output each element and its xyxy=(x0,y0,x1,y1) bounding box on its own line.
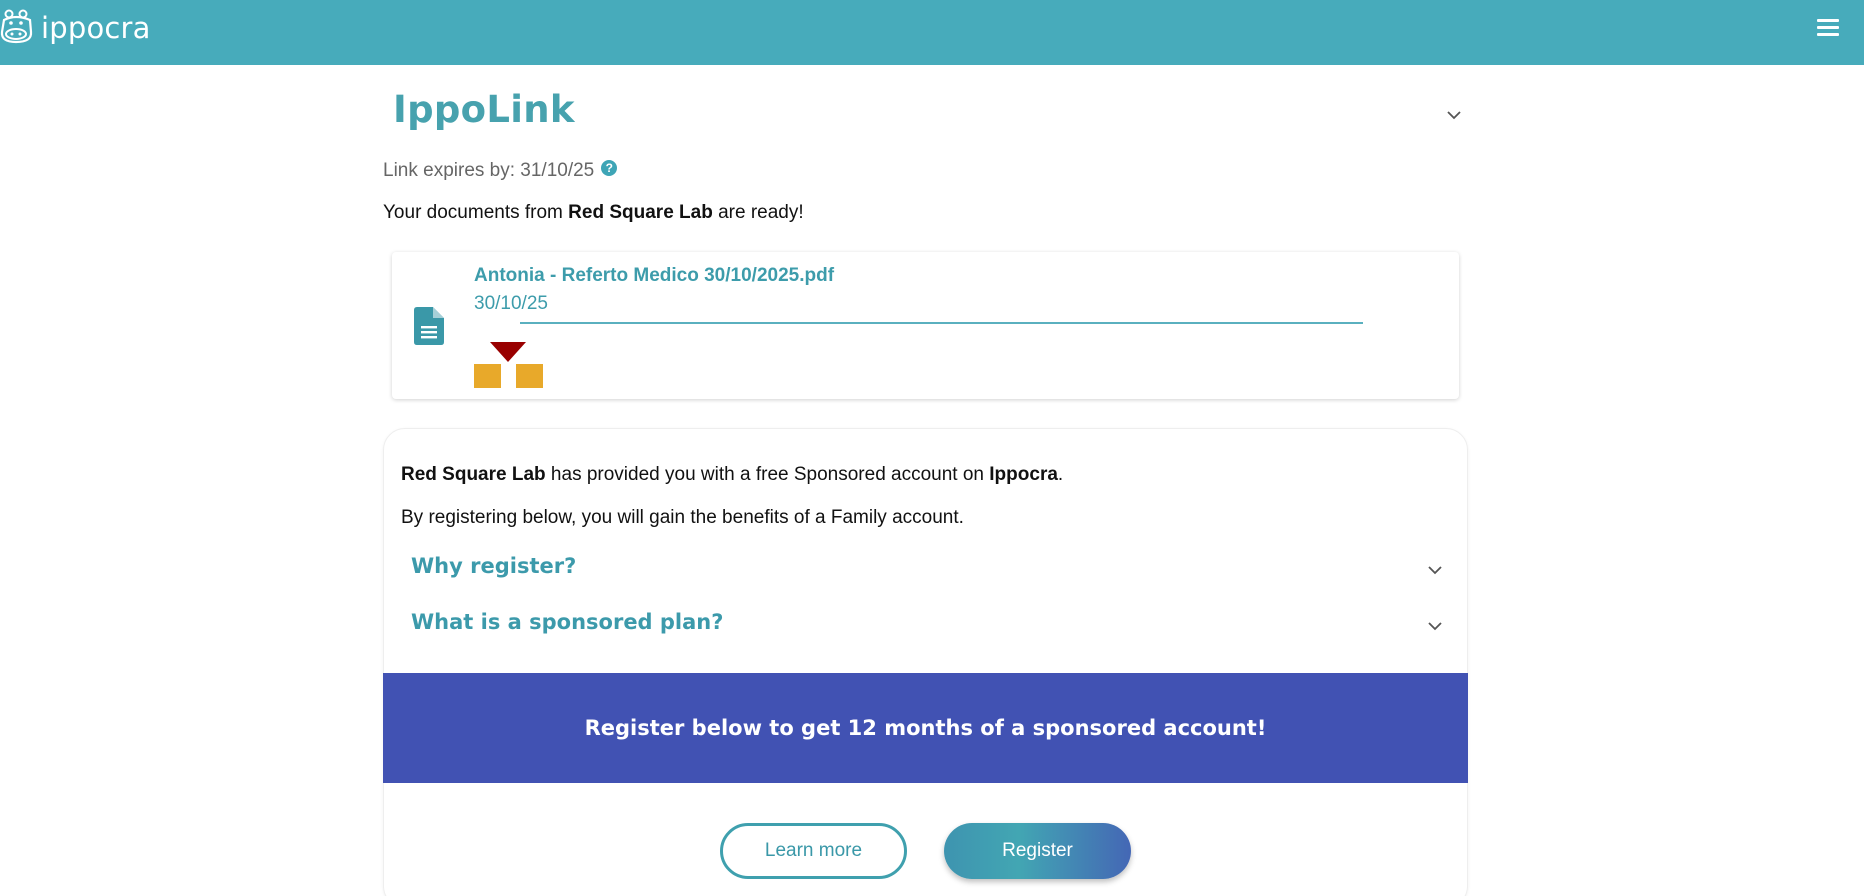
document-name[interactable]: Antonia - Referto Medico 30/10/2025.pdf xyxy=(474,265,834,287)
red-square-lab-logo xyxy=(474,342,543,388)
documents-ready-message: Your documents from Red Square Lab are r… xyxy=(383,202,804,224)
faq-sponsored-plan[interactable]: What is a sponsored plan? xyxy=(411,610,723,634)
expiry-label: Link expires by: 31/10/25 xyxy=(383,160,595,181)
ready-prefix: Your documents from xyxy=(383,202,569,223)
sponsorship-text-mid: has provided you with a free Sponsored a… xyxy=(545,464,990,485)
document-card[interactable]: Antonia - Referto Medico 30/10/2025.pdf … xyxy=(392,252,1459,399)
page-title: IppoLink xyxy=(393,88,575,131)
sponsorship-text-end: . xyxy=(1057,464,1064,485)
sponsorship-banner: Register below to get 12 months of a spo… xyxy=(383,673,1468,783)
learn-more-button[interactable]: Learn more xyxy=(720,823,907,879)
top-app-bar: ippocra xyxy=(0,0,1864,65)
title-collapse-chevron-icon[interactable] xyxy=(1445,106,1463,124)
brand-name: ippocra xyxy=(41,11,151,45)
register-button[interactable]: Register xyxy=(944,823,1131,879)
hippo-logo-icon xyxy=(0,9,33,44)
divider xyxy=(520,322,1363,324)
ready-lab-name: Red Square Lab xyxy=(568,202,713,223)
sponsorship-card xyxy=(383,428,1468,896)
sponsorship-message: Red Square Lab has provided you with a f… xyxy=(401,464,1063,486)
sponsor-lab-name: Red Square Lab xyxy=(401,464,546,485)
file-document-icon xyxy=(414,307,444,345)
brand-logo[interactable]: ippocra xyxy=(0,8,151,48)
document-date: 30/10/25 xyxy=(474,293,548,314)
sponsorship-benefits: By registering below, you will gain the … xyxy=(401,507,964,528)
faq-why-register[interactable]: Why register? xyxy=(411,554,576,578)
ready-suffix: are ready! xyxy=(712,202,804,223)
platform-name: Ippocra xyxy=(989,464,1058,485)
question-circle-icon[interactable]: ? xyxy=(601,160,618,176)
banner-text: Register below to get 12 months of a spo… xyxy=(584,716,1267,740)
hamburger-menu-icon[interactable] xyxy=(1815,17,1843,39)
faq-sponsored-plan-chevron-icon[interactable] xyxy=(1426,617,1444,635)
faq-why-register-chevron-icon[interactable] xyxy=(1426,561,1444,579)
link-expiry: Link expires by: 31/10/25 ? xyxy=(383,160,618,182)
